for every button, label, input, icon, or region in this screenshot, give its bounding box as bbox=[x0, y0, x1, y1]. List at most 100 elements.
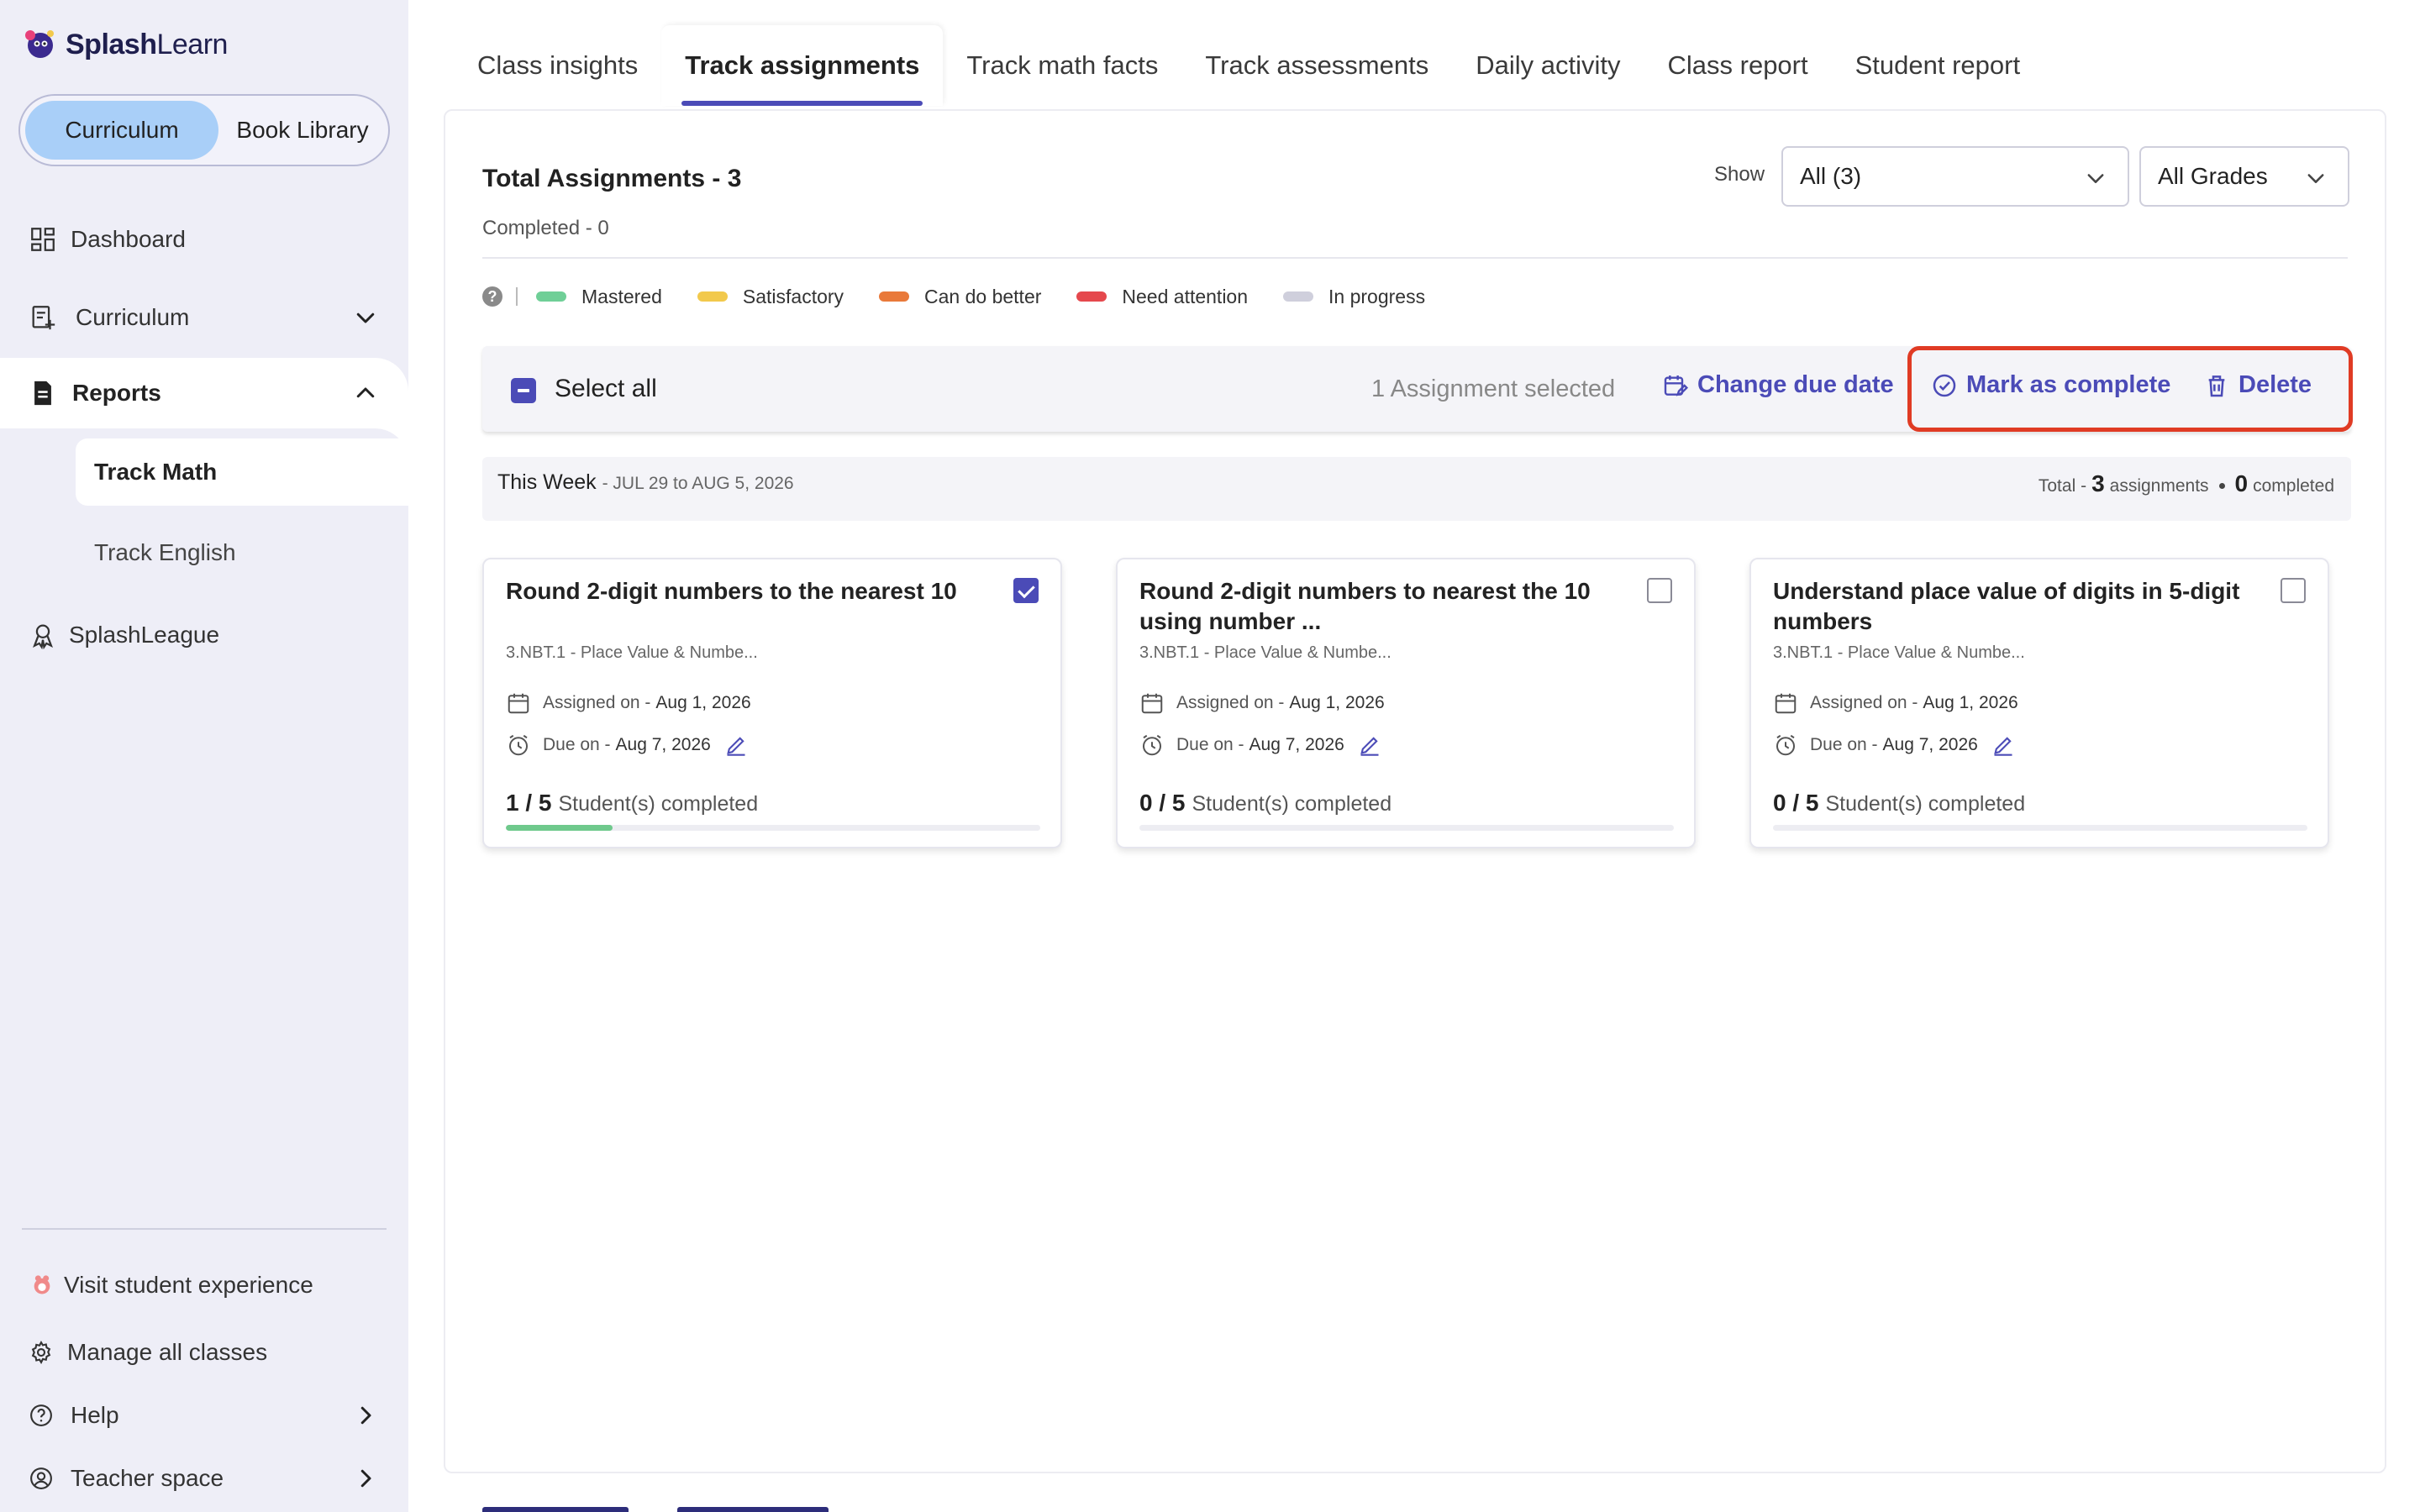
completion-bar bbox=[1773, 825, 2307, 831]
due-on: Due on - Aug 7, 2026 bbox=[506, 732, 748, 758]
chevron-down-icon bbox=[2087, 174, 2104, 183]
legend-swatch bbox=[1076, 291, 1107, 302]
sidebar-item-track-math[interactable]: Track Math bbox=[76, 438, 408, 506]
toggle-curriculum[interactable]: Curriculum bbox=[25, 101, 218, 160]
sidebar-item-label: Visit student experience bbox=[64, 1272, 313, 1298]
sidebar-divider bbox=[22, 1228, 387, 1230]
chevron-down-icon[interactable] bbox=[353, 305, 378, 330]
sidebar-item-dashboard[interactable]: Dashboard bbox=[0, 206, 408, 273]
completion-bar bbox=[1139, 825, 1674, 831]
alarm-clock-icon bbox=[509, 734, 528, 756]
logo-text: SplashLearn bbox=[66, 28, 228, 60]
legend-separator bbox=[516, 287, 518, 306]
completed-count: Completed - 0 bbox=[482, 217, 609, 239]
assignment-title: Understand place value of digits in 5-di… bbox=[1773, 578, 2240, 634]
tab-track-assessments[interactable]: Track assessments bbox=[1181, 25, 1452, 106]
curriculum-library-toggle: Curriculum Book Library bbox=[18, 94, 390, 166]
splashleague-icon bbox=[33, 624, 53, 649]
total-assignments-title: Total Assignments - 3 bbox=[482, 165, 742, 192]
legend-help-icon[interactable]: ? bbox=[482, 286, 502, 307]
sidebar-item-reports[interactable]: Reports bbox=[0, 360, 408, 427]
chevron-right-icon bbox=[360, 1406, 371, 1425]
sidebar-item-label: Help bbox=[71, 1402, 119, 1428]
completion-bar bbox=[506, 825, 1040, 831]
splashlearn-logo[interactable]: SplashLearn bbox=[20, 25, 228, 64]
tab-track-math-facts[interactable]: Track math facts bbox=[943, 25, 1181, 106]
bottom-button-edge[interactable] bbox=[677, 1507, 829, 1512]
tab-track-assignments[interactable]: Track assignments bbox=[661, 25, 944, 106]
show-label: Show bbox=[1714, 163, 1765, 186]
splashlearn-logo-icon bbox=[25, 30, 54, 58]
due-on: Due on - Aug 7, 2026 bbox=[1773, 732, 2015, 758]
legend-item-in-progress: In progress bbox=[1283, 286, 1425, 308]
week-title: This Week - JUL 29 to AUG 5, 2026 bbox=[497, 470, 794, 494]
calendar-icon bbox=[1775, 693, 1797, 714]
change-due-date-button[interactable]: Change due date bbox=[1662, 371, 1894, 399]
week-total: Total - 3 assignments 0 completed bbox=[2038, 470, 2334, 496]
assigned-on: Assigned on - Aug 1, 2026 bbox=[1773, 690, 2018, 716]
sidebar-item-curriculum[interactable]: Curriculum bbox=[0, 284, 408, 351]
calendar-icon bbox=[1141, 693, 1163, 714]
visit-student-experience[interactable]: Visit student experience bbox=[0, 1252, 408, 1319]
legend-swatch bbox=[536, 291, 566, 302]
completion-text: 0 / 5 Student(s) completed bbox=[1773, 790, 2026, 816]
assignment-standard: 3.NBT.1 - Place Value & Numbe... bbox=[1773, 643, 2025, 662]
completion-text: 1 / 5 Student(s) completed bbox=[506, 790, 759, 816]
assignment-standard: 3.NBT.1 - Place Value & Numbe... bbox=[1139, 643, 1392, 662]
pencil-icon[interactable] bbox=[1991, 733, 2015, 757]
sidebar-item-splashleague[interactable]: SplashLeague bbox=[0, 601, 408, 669]
sidebar-item-help[interactable]: Help bbox=[0, 1382, 408, 1449]
separator-dot bbox=[2218, 483, 2225, 489]
report-tabs: Class insights Track assignments Track m… bbox=[454, 25, 2044, 109]
toggle-book-library[interactable]: Book Library bbox=[218, 101, 387, 160]
legend-swatch bbox=[1283, 291, 1314, 302]
week-total-count: 3 bbox=[2091, 470, 2105, 496]
week-header: This Week - JUL 29 to AUG 5, 2026 Total … bbox=[482, 457, 2351, 521]
assignment-card[interactable]: Understand place value of digits in 5-di… bbox=[1749, 558, 2329, 848]
week-completed-count: 0 bbox=[2234, 470, 2249, 496]
assignment-standard: 3.NBT.1 - Place Value & Numbe... bbox=[506, 643, 758, 662]
grade-filter-select[interactable]: All Grades bbox=[2139, 146, 2349, 207]
manage-all-classes[interactable]: Manage all classes bbox=[0, 1319, 408, 1386]
tab-class-insights[interactable]: Class insights bbox=[454, 25, 661, 106]
dashboard-icon bbox=[31, 228, 55, 251]
select-all-checkbox[interactable] bbox=[511, 378, 536, 403]
curriculum-icon bbox=[32, 306, 55, 330]
pencil-icon[interactable] bbox=[1358, 733, 1381, 757]
reports-icon bbox=[34, 381, 51, 406]
sidebar-item-track-english[interactable]: Track English bbox=[76, 519, 408, 586]
header-divider bbox=[482, 257, 2348, 259]
assignment-checkbox[interactable] bbox=[2281, 578, 2306, 603]
assignment-checkbox[interactable] bbox=[1013, 578, 1039, 603]
sidebar-item-label: SplashLeague bbox=[69, 622, 220, 648]
completion-bar-fill bbox=[506, 825, 613, 831]
sidebar: SplashLearn Curriculum Book Library Dash… bbox=[0, 0, 408, 1512]
sidebar-item-label: Manage all classes bbox=[67, 1339, 268, 1365]
tab-class-report[interactable]: Class report bbox=[1644, 25, 1832, 106]
calendar-edit-icon bbox=[1664, 375, 1689, 396]
bottom-button-edge[interactable] bbox=[482, 1507, 629, 1512]
tab-student-report[interactable]: Student report bbox=[1832, 25, 2044, 106]
assignment-checkbox[interactable] bbox=[1647, 578, 1672, 603]
due-on: Due on - Aug 7, 2026 bbox=[1139, 732, 1381, 758]
chevron-right-icon bbox=[360, 1469, 371, 1488]
legend-item-mastered: Mastered bbox=[536, 286, 662, 308]
assignment-title: Round 2-digit numbers to the nearest 10 bbox=[506, 578, 957, 604]
chevron-up-icon[interactable] bbox=[353, 381, 378, 406]
chevron-down-icon bbox=[2307, 174, 2324, 183]
tab-daily-activity[interactable]: Daily activity bbox=[1452, 25, 1644, 106]
legend-item-need-attention: Need attention bbox=[1076, 286, 1248, 308]
sidebar-item-label: Dashboard bbox=[71, 226, 186, 252]
select-all-label[interactable]: Select all bbox=[555, 375, 657, 403]
calendar-icon bbox=[508, 693, 529, 714]
pencil-icon[interactable] bbox=[724, 733, 748, 757]
legend-item-can-do-better: Can do better bbox=[879, 286, 1041, 308]
user-icon bbox=[30, 1467, 52, 1489]
alarm-clock-icon bbox=[1143, 734, 1161, 756]
assignment-card[interactable]: Round 2-digit numbers to the nearest 10 … bbox=[482, 558, 1062, 848]
assignment-card[interactable]: Round 2-digit numbers to nearest the 10 … bbox=[1116, 558, 1696, 848]
sidebar-item-teacher-space[interactable]: Teacher space bbox=[0, 1445, 408, 1512]
show-filter-select[interactable]: All (3) bbox=[1781, 146, 2129, 207]
selected-count: 1 Assignment selected bbox=[1371, 375, 1616, 402]
assignment-title: Round 2-digit numbers to nearest the 10 … bbox=[1139, 578, 1591, 634]
